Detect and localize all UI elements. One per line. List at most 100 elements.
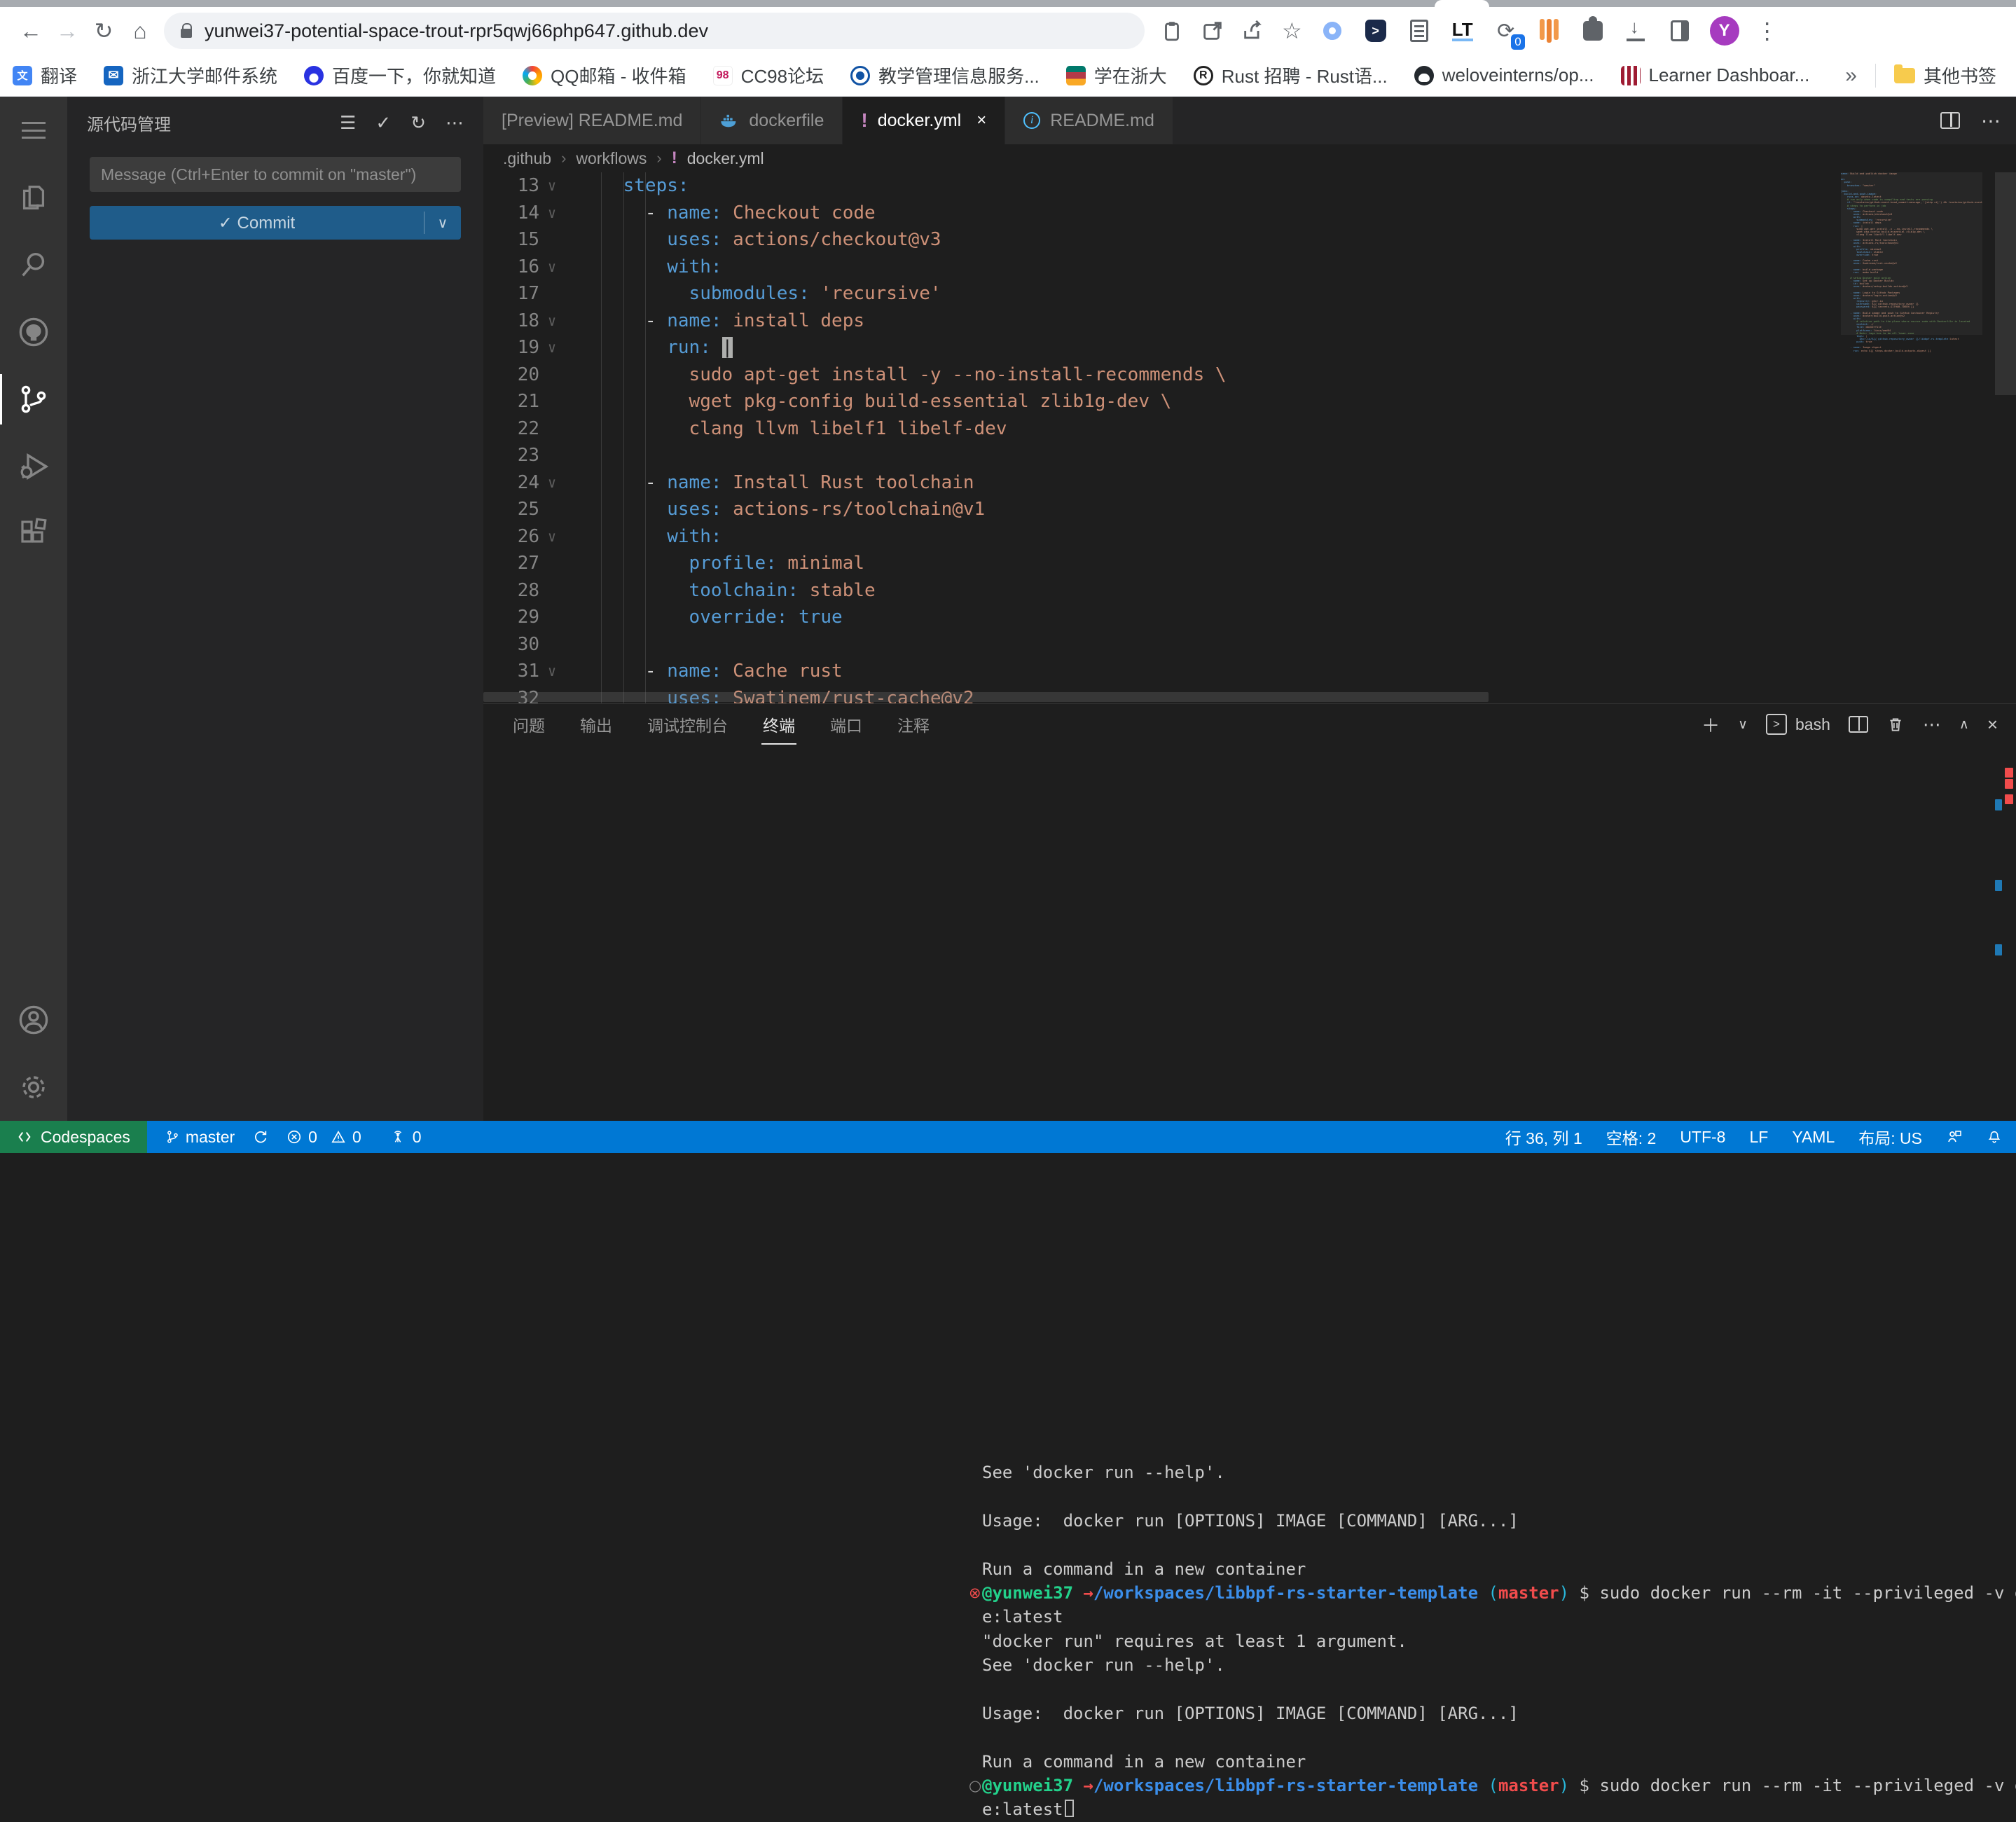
- eol-sequence[interactable]: LF: [1749, 1128, 1768, 1147]
- open-in-new-icon[interactable]: [1201, 19, 1224, 43]
- split-editor-icon[interactable]: [1940, 112, 1960, 129]
- bookmark-item[interactable]: CC98论坛: [713, 62, 824, 88]
- shield-terminal-extension-icon[interactable]: >: [1362, 18, 1389, 44]
- refresh-icon[interactable]: ↻: [410, 113, 426, 132]
- fold-chevron-icon[interactable]: ∨: [548, 200, 556, 227]
- panel-tab-调试控制台[interactable]: 调试控制台: [646, 708, 729, 740]
- encoding[interactable]: UTF-8: [1680, 1128, 1725, 1147]
- fold-chevron-icon[interactable]: ∨: [548, 254, 556, 281]
- fold-chevron-icon[interactable]: ∨: [548, 308, 556, 335]
- breadcrumb-folder[interactable]: .github: [503, 149, 551, 168]
- downloads-icon[interactable]: [1623, 18, 1650, 44]
- browser-menu-icon[interactable]: ⋮: [1756, 20, 1779, 42]
- bookmark-item[interactable]: 浙江大学邮件系统: [104, 62, 277, 88]
- commit-check-icon[interactable]: ✓: [375, 113, 391, 132]
- editor-more-actions-icon[interactable]: ⋯: [1981, 109, 2001, 132]
- terminal[interactable]: See 'docker run --help'.Usage: docker ru…: [967, 1451, 2016, 1822]
- terminal-shell-label[interactable]: bash: [1795, 715, 1830, 734]
- view-as-list-icon[interactable]: ☰: [340, 113, 356, 132]
- fold-chevron-icon[interactable]: ∨: [548, 658, 556, 685]
- bookmarks-overflow-chevron[interactable]: »: [1845, 64, 1857, 88]
- source-control-icon[interactable]: [0, 366, 67, 433]
- fold-chevron-icon[interactable]: ∨: [548, 523, 556, 551]
- breadcrumb[interactable]: .github › workflows › ! docker.yml: [483, 144, 2016, 172]
- cursor-position[interactable]: 行 36, 列 1: [1505, 1125, 1582, 1149]
- share-icon[interactable]: [1241, 19, 1265, 43]
- bookmark-item[interactable]: 百度一下，你就知道: [304, 62, 496, 88]
- run-debug-icon[interactable]: [0, 433, 67, 500]
- other-bookmarks-folder[interactable]: 其他书签: [1894, 62, 1996, 88]
- extensions-puzzle-icon[interactable]: [1580, 18, 1606, 44]
- profile-avatar[interactable]: Y: [1710, 16, 1739, 46]
- menu-button[interactable]: [0, 97, 67, 164]
- bookmark-item[interactable]: QQ邮箱 - 收件箱: [523, 62, 686, 88]
- bookmark-item[interactable]: 教学管理信息服务...: [850, 62, 1040, 88]
- home-button[interactable]: ⌂: [122, 20, 158, 42]
- tab-docker-yml[interactable]: ! docker.yml ×: [843, 97, 1005, 144]
- maximize-panel-icon[interactable]: ∧: [1959, 717, 1969, 733]
- remote-indicator[interactable]: Codespaces: [0, 1121, 147, 1153]
- ring-extension-icon[interactable]: [1319, 18, 1346, 44]
- keyboard-layout[interactable]: 布局: US: [1858, 1125, 1922, 1149]
- language-mode[interactable]: YAML: [1792, 1128, 1835, 1147]
- forward-button[interactable]: →: [49, 20, 85, 42]
- fold-chevron-icon[interactable]: ∨: [548, 469, 556, 497]
- more-actions-icon[interactable]: ⋯: [446, 113, 464, 132]
- ports-indicator[interactable]: 0: [389, 1128, 422, 1147]
- commit-message-input[interactable]: [90, 157, 461, 192]
- editor-horizontal-scrollbar[interactable]: [483, 692, 1489, 702]
- code-editor[interactable]: 13∨ steps:14∨ - name: Checkout code15 us…: [483, 172, 1842, 703]
- notifications-bell-icon[interactable]: [1987, 1129, 2002, 1145]
- notes-extension-icon[interactable]: [1406, 18, 1432, 44]
- reload-button[interactable]: ↻: [85, 20, 122, 42]
- bookmark-item[interactable]: weloveinterns/op...: [1414, 64, 1594, 86]
- close-tab-icon[interactable]: ×: [976, 111, 986, 130]
- breadcrumb-file[interactable]: docker.yml: [687, 149, 764, 168]
- panel-tab-终端[interactable]: 终端: [761, 708, 796, 740]
- panel-more-actions-icon[interactable]: ⋯: [1923, 714, 1941, 736]
- browser-active-tab-edge[interactable]: [1435, 0, 1489, 7]
- explorer-icon[interactable]: [0, 164, 67, 231]
- search-icon[interactable]: [0, 231, 67, 298]
- bookmark-item[interactable]: 学在浙大: [1066, 62, 1167, 88]
- bookmark-item[interactable]: Rust 招聘 - Rust语...: [1194, 62, 1388, 88]
- indentation[interactable]: 空格: 2: [1606, 1125, 1657, 1149]
- minimap-slider[interactable]: [1841, 172, 1982, 335]
- new-terminal-icon[interactable]: ＋: [1701, 712, 1720, 738]
- crayons-extension-icon[interactable]: [1536, 18, 1563, 44]
- extensions-icon[interactable]: [0, 500, 67, 567]
- bookmark-item[interactable]: Learner Dashboar...: [1621, 64, 1810, 86]
- account-icon[interactable]: [0, 986, 67, 1054]
- panel-tab-端口[interactable]: 端口: [829, 708, 864, 740]
- tab-readme[interactable]: i README.md: [1005, 97, 1173, 144]
- languagetool-extension-icon[interactable]: LT: [1449, 18, 1476, 44]
- split-terminal-icon[interactable]: [1849, 716, 1868, 733]
- bookmark-item[interactable]: 翻译: [13, 62, 77, 88]
- tab-preview-readme[interactable]: [Preview] README.md: [483, 97, 701, 144]
- editor-vertical-scrollbar[interactable]: [1995, 172, 2016, 395]
- panel-tab-输出[interactable]: 输出: [579, 708, 614, 740]
- panel-tab-注释[interactable]: 注释: [896, 708, 931, 740]
- close-panel-icon[interactable]: ×: [1987, 714, 1998, 736]
- side-panel-icon[interactable]: [1666, 18, 1693, 44]
- bookmark-star-icon[interactable]: ☆: [1282, 20, 1302, 42]
- tab-dockerfile[interactable]: dockerfile: [701, 97, 843, 144]
- settings-gear-icon[interactable]: [0, 1054, 67, 1121]
- clipboard-icon[interactable]: [1160, 19, 1184, 43]
- commit-dropdown-chevron[interactable]: ∨: [424, 214, 461, 232]
- sync-indicator[interactable]: [253, 1129, 268, 1145]
- url-bar[interactable]: yunwei37-potential-space-trout-rpr5qwj66…: [164, 13, 1145, 49]
- github-icon[interactable]: [0, 298, 67, 366]
- back-button[interactable]: ←: [13, 20, 49, 42]
- sync-extension-icon[interactable]: ⟳0: [1493, 18, 1519, 44]
- terminal-dropdown-chevron[interactable]: ∨: [1738, 717, 1748, 733]
- kill-terminal-trash-icon[interactable]: [1886, 715, 1905, 734]
- fold-chevron-icon[interactable]: ∨: [548, 172, 556, 200]
- branch-indicator[interactable]: master: [165, 1128, 235, 1147]
- breadcrumb-folder[interactable]: workflows: [576, 149, 647, 168]
- commit-button[interactable]: ✓ Commit ∨: [90, 206, 461, 240]
- fold-chevron-icon[interactable]: ∨: [548, 334, 556, 361]
- problems-indicator[interactable]: 0 0: [286, 1128, 361, 1147]
- panel-tab-问题[interactable]: 问题: [511, 708, 546, 740]
- feedback-icon[interactable]: [1946, 1129, 1963, 1145]
